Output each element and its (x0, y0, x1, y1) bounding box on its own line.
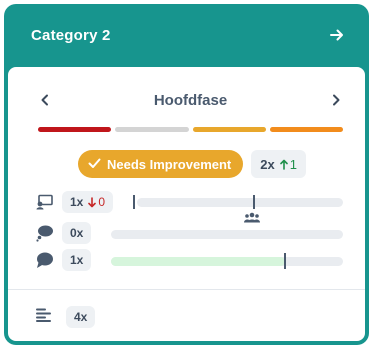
metric-track (137, 198, 343, 207)
metric-delta: 0 (88, 195, 105, 209)
metric-delta-value: 0 (98, 195, 106, 209)
segment-3[interactable] (193, 127, 266, 132)
status-label: Needs Improvement (107, 156, 232, 172)
metric-row-presentations: 1x 0 (30, 191, 350, 223)
card-header: Category 2 (4, 4, 369, 66)
chat-bubble-icon (36, 252, 56, 270)
chevron-right-icon[interactable] (329, 93, 343, 107)
metric-count-chip: 0x (62, 222, 92, 244)
card-title: Category 2 (31, 26, 111, 44)
arrow-up-icon (279, 159, 288, 170)
phase-title: Hoofdfase (153, 91, 228, 109)
metric-marker (253, 195, 256, 209)
chevron-left-icon[interactable] (38, 93, 52, 107)
status-row: Needs Improvement 2x 1 (78, 149, 306, 179)
check-icon (88, 157, 101, 172)
metric-track (111, 230, 343, 239)
metric-count: 1x (70, 195, 84, 209)
segment-1[interactable] (38, 127, 111, 132)
phase-segments (38, 127, 343, 132)
metric-marker (284, 253, 286, 269)
status-delta-value: 1 (289, 156, 297, 172)
phase-navigator: Hoofdfase (8, 85, 365, 115)
status-count: 2x (260, 156, 275, 172)
status-badge[interactable]: Needs Improvement (78, 150, 244, 178)
metric-row-thoughts: 0x (30, 222, 350, 246)
status-count-chip: 2x 1 (251, 150, 306, 178)
arrow-down-icon (88, 196, 97, 207)
footer-count: 4x (74, 310, 88, 324)
presentation-icon (36, 194, 56, 212)
metric-count: 1x (70, 253, 84, 267)
divider (8, 289, 365, 290)
list-lines-icon (36, 308, 52, 327)
metric-count: 0x (70, 226, 84, 240)
segment-4[interactable] (270, 127, 343, 132)
card-body: Hoofdfase Needs Improvement 2x 1 1x 0 0x… (8, 67, 365, 341)
arrow-right-icon[interactable] (327, 25, 347, 45)
footer-count-chip: 4x (66, 306, 96, 328)
metric-count-chip: 1x 0 (62, 191, 114, 213)
category-card: Category 2 Hoofdfase Needs Improvement 2… (4, 4, 369, 345)
segment-2[interactable] (115, 127, 189, 132)
metric-track (111, 257, 343, 266)
status-delta: 1 (279, 156, 297, 172)
metric-fill (111, 257, 285, 266)
range-start-marker (133, 195, 135, 209)
thought-bubble-icon (36, 225, 56, 243)
footer-row: 4x (36, 306, 96, 328)
metric-count-chip: 1x (62, 249, 92, 271)
metric-row-chats: 1x (30, 249, 350, 273)
